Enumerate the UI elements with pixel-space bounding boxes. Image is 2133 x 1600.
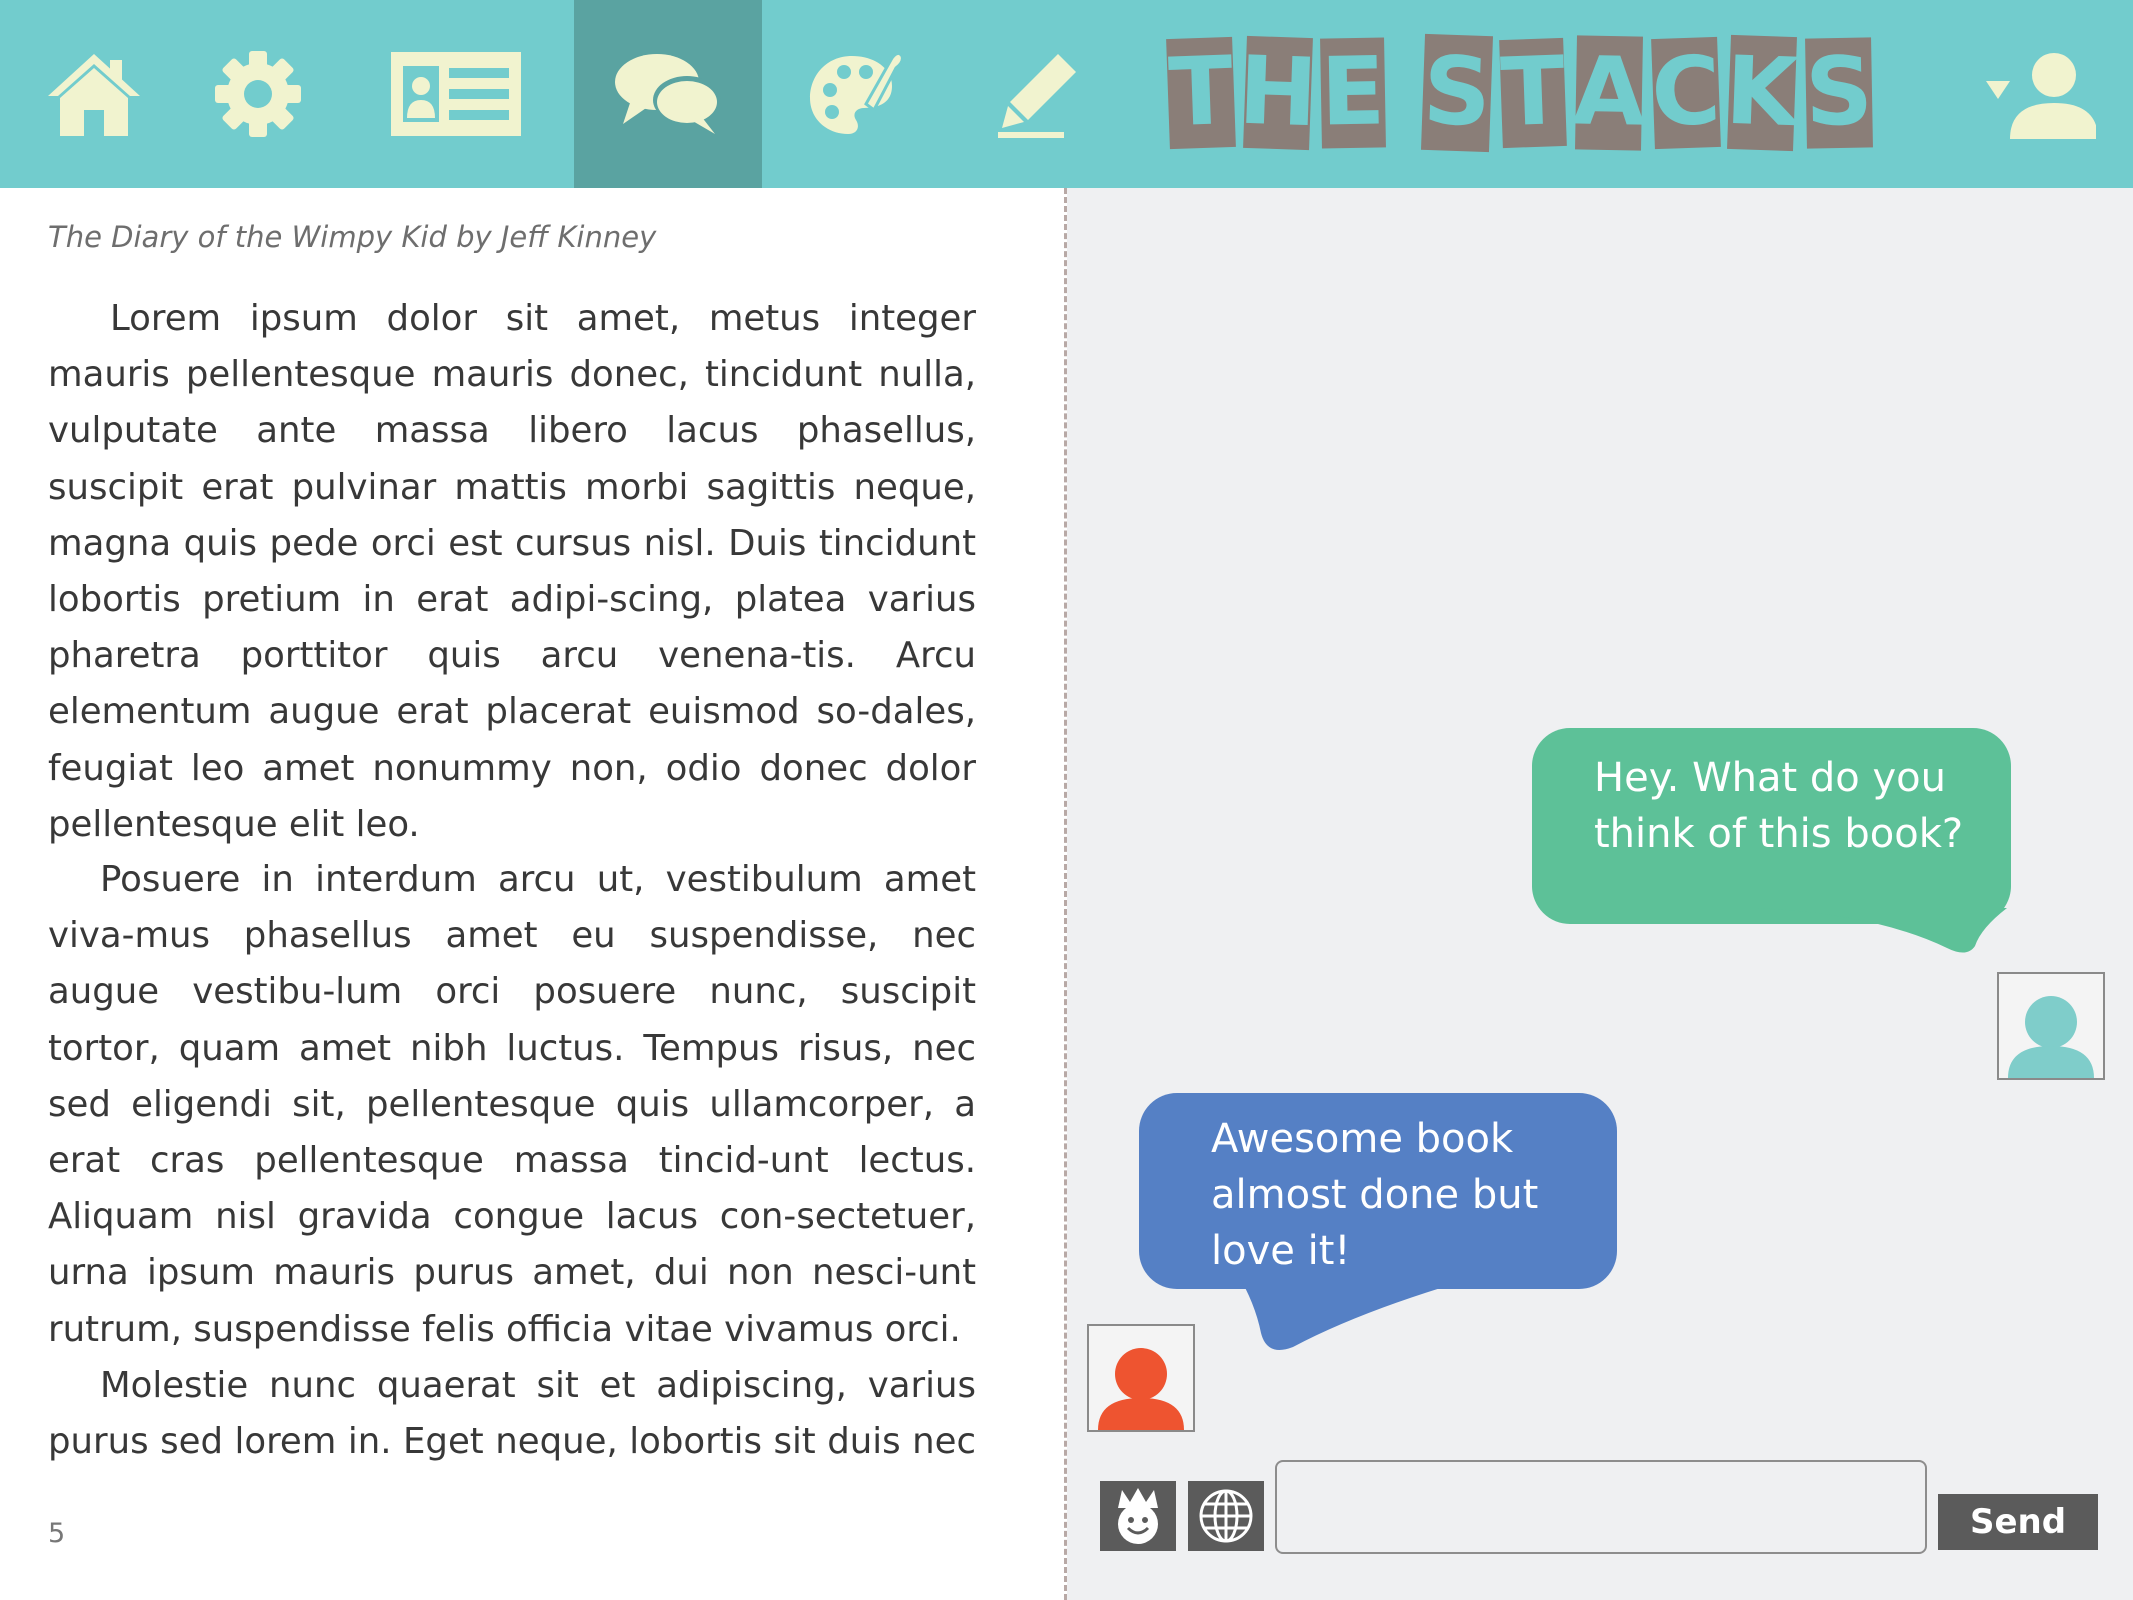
globe-icon: [1199, 1489, 1253, 1543]
emoji-button[interactable]: [1100, 1481, 1176, 1551]
chat-bubbles-icon: [615, 54, 721, 134]
avatar-me[interactable]: [1087, 1324, 1195, 1432]
palette-icon: [810, 51, 904, 134]
gear-icon: [215, 51, 301, 137]
chat-message-friend: Hey. What do you think of this book?: [1532, 728, 2011, 924]
logo-letter: S: [1804, 37, 1874, 149]
app-logo: T H E S T A C K S: [1166, 28, 1874, 158]
book-title: The Diary of the Wimpy Kid by Jeff Kinne…: [48, 220, 657, 254]
nav-write-button[interactable]: [944, 0, 1132, 188]
smiley-crown-icon: [1118, 1488, 1158, 1544]
logo-letter: C: [1649, 36, 1722, 150]
page-number: 5: [48, 1518, 66, 1549]
pencil-icon: [998, 54, 1076, 138]
logo-letter: T: [1499, 36, 1568, 149]
nav-home-button[interactable]: [0, 0, 188, 188]
avatar-friend[interactable]: [1997, 972, 2105, 1080]
logo-letter: H: [1236, 35, 1319, 151]
person-icon: [2008, 996, 2094, 1078]
logo-letter: T: [1166, 36, 1236, 150]
chat-message-me: Awesome book almost done but love it!: [1139, 1093, 1617, 1289]
book-paragraph: Molestie nunc quaerat sit et adipiscing,…: [48, 1365, 976, 1463]
person-icon: [1098, 1348, 1184, 1430]
logo-letter: A: [1572, 35, 1646, 151]
nav-profile-button[interactable]: [362, 0, 550, 188]
logo-letter: S: [1420, 33, 1493, 153]
chat-bubble-tail: [1237, 1273, 1457, 1350]
chat-pane: Hey. What do you think of this book? Awe…: [1067, 188, 2133, 1600]
message-input[interactable]: [1275, 1460, 1927, 1554]
top-nav-bar: T H E S T A C K S: [0, 0, 2133, 188]
user-dropdown-icon: [1985, 53, 2096, 139]
nav-settings-button[interactable]: [164, 0, 352, 188]
logo-letter: E: [1320, 37, 1387, 149]
profile-card-icon: [391, 52, 521, 136]
nav-palette-button[interactable]: [762, 0, 950, 188]
home-icon: [48, 54, 140, 136]
book-paragraph: Lorem ipsum dolor sit amet, metus intege…: [48, 298, 976, 845]
user-menu-button[interactable]: [1948, 0, 2133, 188]
nav-chat-button[interactable]: [574, 0, 762, 188]
book-reader-pane: The Diary of the Wimpy Kid by Jeff Kinne…: [0, 188, 1064, 1600]
chat-bubble-tail: [1757, 908, 2007, 953]
logo-letter: K: [1724, 34, 1801, 152]
send-button[interactable]: Send: [1938, 1494, 2098, 1550]
book-paragraph: Posuere in interdum arcu ut, vestibulum …: [48, 859, 976, 1350]
language-button[interactable]: [1188, 1481, 1264, 1551]
